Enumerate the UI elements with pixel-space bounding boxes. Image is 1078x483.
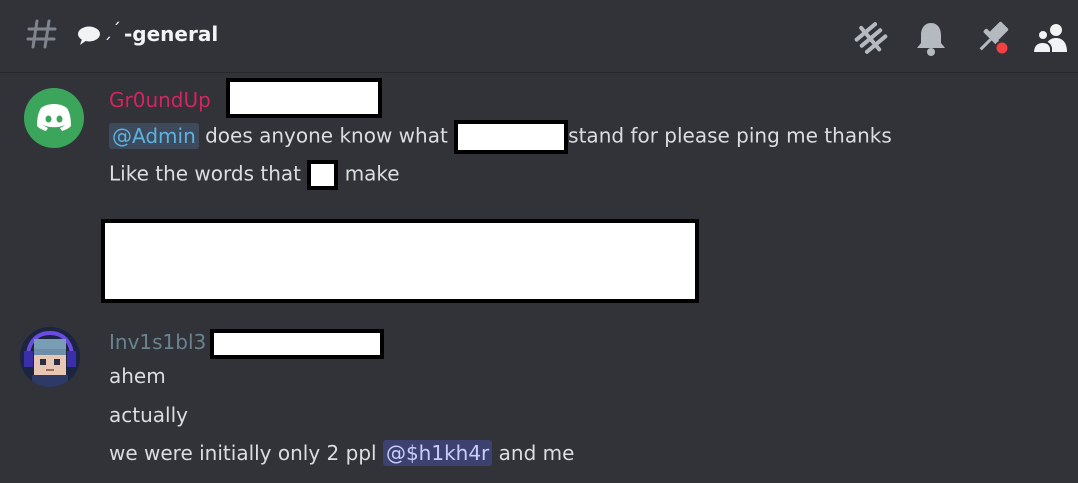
redacted-embed [101,219,699,303]
mention-admin[interactable]: @Admin [109,122,199,149]
pin-icon[interactable] [972,18,1012,58]
message-line: actually [109,403,188,427]
message-line: we were initially only 2 ppl @$h1kh4r an… [109,440,574,466]
message-text: and me [492,441,575,465]
message-text: we were initially only 2 ppl [109,441,383,465]
message-text: does anyone know what [198,123,455,148]
channel-name[interactable]: -general [124,22,218,46]
message-list: Gr0undUp @Admin does anyone know what st… [0,73,1078,483]
pixel-character-avatar[interactable] [20,327,80,387]
redaction-box [454,120,569,154]
author-name[interactable]: Inv1s1bl3 [109,330,206,354]
hash-icon [26,19,57,49]
redaction-box [307,160,339,190]
message-line: ahem [109,364,166,388]
channel-decoration: ˏˊ [103,20,121,41]
threads-icon[interactable] [851,18,891,58]
members-icon[interactable] [1031,18,1071,58]
mention-user[interactable]: @$h1kh4r [382,440,493,466]
message-line: @Admin does anyone know what stand for p… [109,120,892,154]
author-name[interactable]: Gr0undUp [109,88,211,112]
redaction-box [226,78,382,118]
speech-bubble-icon [78,26,100,45]
message-line: Like the words that make [109,160,400,190]
bell-icon[interactable] [911,18,951,58]
message-text: Like the words that [109,161,308,186]
message-text: make [344,161,400,186]
discord-logo-icon[interactable] [24,88,84,148]
redaction-box [210,329,384,359]
channel-header: ˏˊ -general [0,0,1078,73]
message-text: stand for please ping me thanks [568,123,892,148]
